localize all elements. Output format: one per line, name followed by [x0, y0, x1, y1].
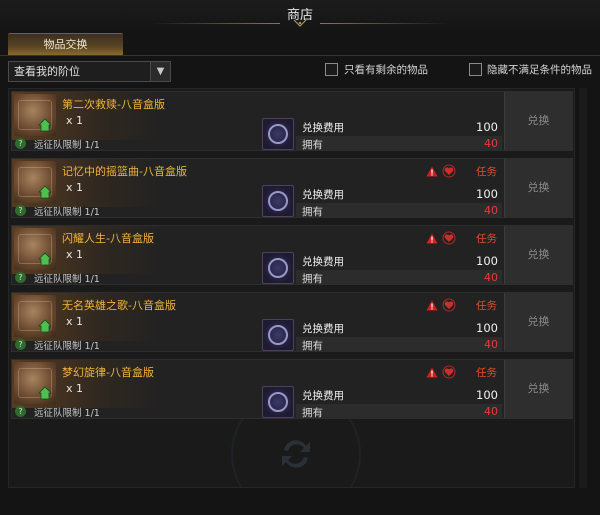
exchange-button[interactable]: 兑换	[504, 226, 572, 284]
exchange-arrows-icon	[282, 440, 310, 468]
expedition-limit: 远征队限制 1/1	[34, 207, 100, 218]
owned-label: 拥有	[302, 340, 323, 352]
list-item: 闪耀人生-八音盒版 x 1 ? 远征队限制 1/1 任务 兑换费用 100 拥有…	[11, 225, 573, 285]
exchange-button[interactable]: 兑换	[504, 159, 572, 217]
warning-icon	[426, 367, 438, 378]
cost-label: 兑换费用	[302, 323, 344, 335]
title-ornament-icon	[293, 19, 307, 27]
question-icon[interactable]: ?	[15, 138, 26, 149]
hide-unmet-checkbox[interactable]	[469, 63, 482, 76]
warning-icon	[426, 233, 438, 244]
rank-select-value: 查看我的阶位	[14, 65, 80, 78]
question-icon[interactable]: ?	[15, 406, 26, 417]
house-icon	[38, 118, 52, 132]
task-label: 任务	[476, 367, 497, 379]
owned-value: 40	[484, 204, 498, 217]
owned-label: 拥有	[302, 206, 323, 218]
exchange-button[interactable]: 兑换	[504, 293, 572, 351]
item-name: 闪耀人生-八音盒版	[62, 232, 154, 245]
list-item: 记忆中的摇篮曲-八音盒版 x 1 ? 远征队限制 1/1 任务 兑换费用 100…	[11, 158, 573, 218]
owned-value: 40	[484, 338, 498, 351]
owned-label: 拥有	[302, 139, 323, 151]
list-item: 无名英雄之歌-八音盒版 x 1 ? 远征队限制 1/1 任务 兑换费用 100 …	[11, 292, 573, 352]
cost-label: 兑换费用	[302, 390, 344, 402]
task-label: 任务	[476, 233, 497, 245]
warning-icon	[426, 166, 438, 177]
cost-label: 兑换费用	[302, 122, 344, 134]
cost-label: 兑换费用	[302, 189, 344, 201]
item-quantity: x 1	[66, 382, 84, 395]
heart-icon	[442, 365, 456, 379]
emblem-currency-icon[interactable]	[262, 185, 294, 217]
scrollbar[interactable]	[579, 88, 587, 488]
emblem-currency-icon[interactable]	[262, 386, 294, 418]
exchange-button[interactable]: 兑换	[504, 92, 572, 150]
expedition-limit: 远征队限制 1/1	[34, 408, 100, 419]
cost-value: 100	[476, 321, 498, 335]
title-divider-right	[320, 23, 450, 24]
question-icon[interactable]: ?	[15, 205, 26, 216]
task-label: 任务	[476, 300, 497, 312]
item-name: 第二次救赎-八音盒版	[62, 98, 165, 111]
item-quantity: x 1	[66, 181, 84, 194]
item-name: 无名英雄之歌-八音盒版	[62, 299, 176, 312]
rank-select[interactable]: 查看我的阶位 ▼	[8, 61, 171, 82]
house-icon	[38, 252, 52, 266]
tab-item-exchange[interactable]: 物品交换	[8, 33, 123, 55]
expedition-limit: 远征队限制 1/1	[34, 140, 100, 151]
heart-icon	[442, 164, 456, 178]
remaining-only-label: 只看有剩余的物品	[344, 64, 428, 76]
task-label: 任务	[476, 166, 497, 178]
warning-icon	[426, 300, 438, 311]
heart-icon	[442, 231, 456, 245]
list-item: 第二次救赎-八音盒版 x 1 ? 远征队限制 1/1 兑换费用 100 拥有 4…	[11, 91, 573, 151]
heart-icon	[442, 298, 456, 312]
chevron-down-icon[interactable]: ▼	[150, 62, 170, 81]
cost-value: 100	[476, 254, 498, 268]
question-icon[interactable]: ?	[15, 272, 26, 283]
owned-label: 拥有	[302, 407, 323, 419]
expedition-limit: 远征队限制 1/1	[34, 341, 100, 352]
emblem-currency-icon[interactable]	[262, 252, 294, 284]
exchange-list: 第二次救赎-八音盒版 x 1 ? 远征队限制 1/1 兑换费用 100 拥有 4…	[8, 88, 575, 488]
title-bar: 商店	[0, 0, 600, 30]
owned-value: 40	[484, 271, 498, 284]
cost-value: 100	[476, 120, 498, 134]
tab-divider	[0, 55, 600, 56]
house-icon	[38, 185, 52, 199]
house-icon	[38, 319, 52, 333]
expedition-limit: 远征队限制 1/1	[34, 274, 100, 285]
house-icon	[38, 386, 52, 400]
question-icon[interactable]: ?	[15, 339, 26, 350]
item-quantity: x 1	[66, 315, 84, 328]
title-divider-left	[150, 23, 280, 24]
owned-value: 40	[484, 137, 498, 150]
item-quantity: x 1	[66, 248, 84, 261]
owned-label: 拥有	[302, 273, 323, 285]
cost-value: 100	[476, 187, 498, 201]
emblem-currency-icon[interactable]	[262, 319, 294, 351]
hide-unmet-label: 隐藏不满足条件的物品	[487, 64, 592, 76]
item-name: 梦幻旋律-八音盒版	[62, 366, 154, 379]
item-name: 记忆中的摇篮曲-八音盒版	[62, 165, 187, 178]
cost-value: 100	[476, 388, 498, 402]
exchange-button[interactable]: 兑换	[504, 360, 572, 418]
cost-label: 兑换费用	[302, 256, 344, 268]
owned-value: 40	[484, 405, 498, 418]
remaining-only-checkbox[interactable]	[325, 63, 338, 76]
list-item: 梦幻旋律-八音盒版 x 1 ? 远征队限制 1/1 任务 兑换费用 100 拥有…	[11, 359, 573, 419]
emblem-currency-icon[interactable]	[262, 118, 294, 150]
item-quantity: x 1	[66, 114, 84, 127]
